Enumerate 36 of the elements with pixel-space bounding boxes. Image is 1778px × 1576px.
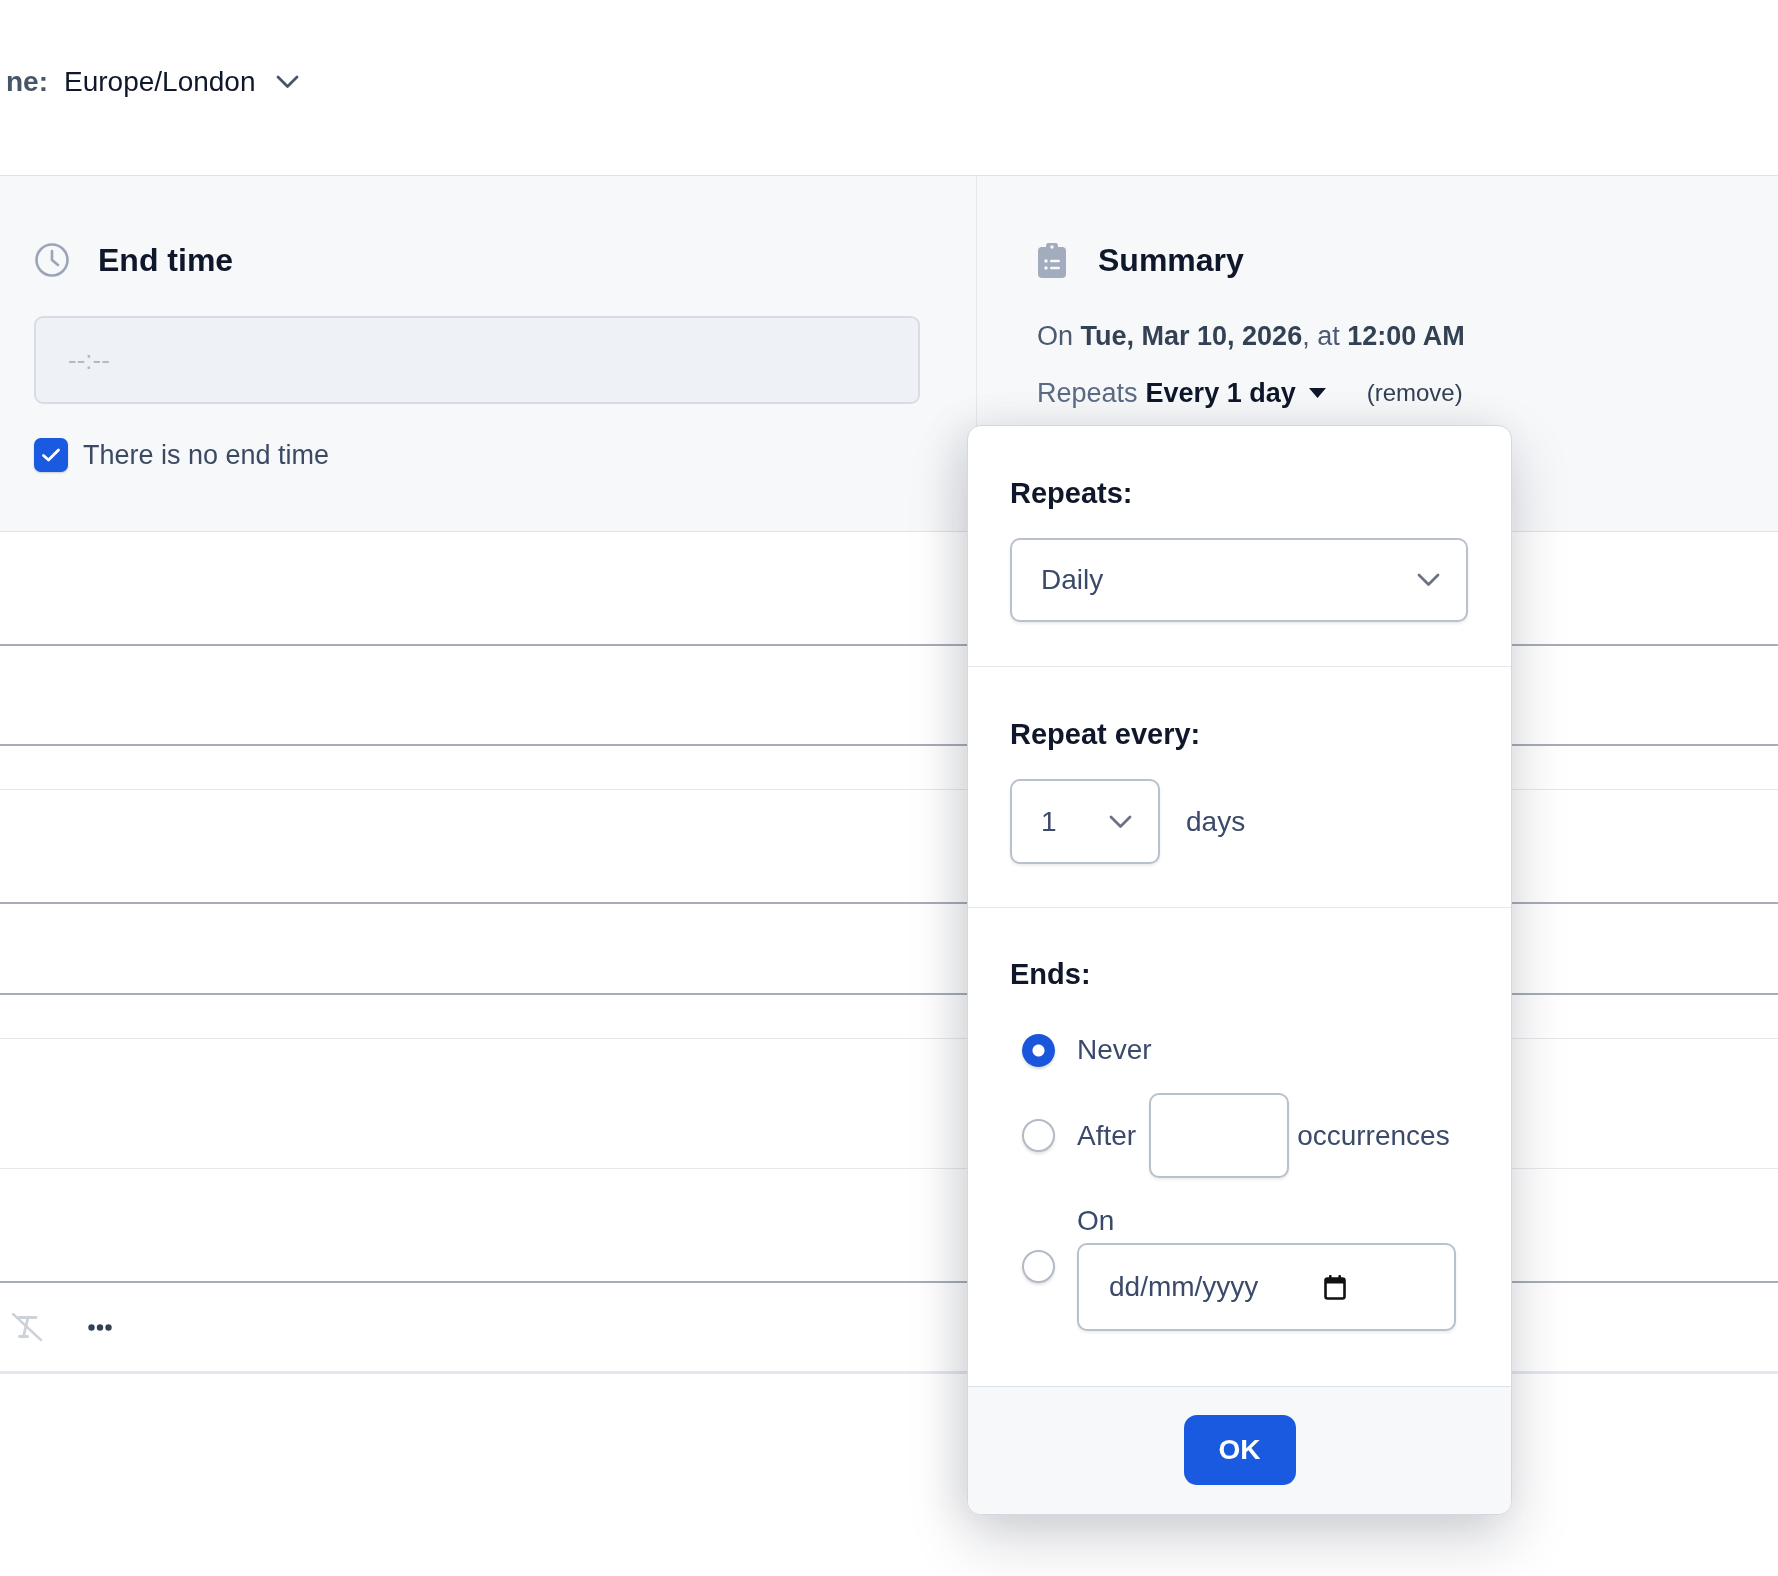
check-icon	[41, 447, 61, 463]
option-label: On	[1077, 1204, 1115, 1238]
field-label: Repeats:	[1010, 476, 1133, 511]
interval-select[interactable]: 1	[1010, 779, 1160, 864]
timezone-dropdown[interactable]: Europe/London	[64, 62, 299, 102]
repeats-label: Repeats	[1037, 377, 1138, 409]
caret-icon	[1308, 388, 1326, 398]
section-title: Summary	[1098, 241, 1244, 280]
remove-link[interactable]: (remove)	[1366, 379, 1463, 407]
unit-label: days	[1186, 805, 1246, 838]
summary-text: On Tue, Mar 10, 2026, at 12:00 AM	[1037, 320, 1465, 353]
clock-icon	[34, 242, 70, 278]
radio-button[interactable]	[1022, 1249, 1055, 1283]
field-label: Repeat every:	[1010, 717, 1201, 752]
chevron-icon	[1109, 814, 1132, 829]
more-icon[interactable]	[88, 1323, 112, 1331]
checkbox-label: There is no end time	[83, 439, 330, 471]
date-field[interactable]: dd/mm/yyyy	[1077, 1243, 1456, 1331]
repeat-dropdown[interactable]: Every 1 day	[1145, 373, 1326, 413]
calendar-icon[interactable]	[1324, 1274, 1346, 1300]
section-title: End time	[98, 241, 234, 280]
option-label: Never	[1077, 1033, 1152, 1067]
clipboard-icon	[1037, 241, 1067, 279]
radio-button[interactable]	[1022, 1119, 1055, 1152]
frequency-select[interactable]: Daily	[1010, 538, 1468, 622]
occurrences-field[interactable]	[1149, 1093, 1290, 1178]
field-label: Ends:	[1010, 957, 1091, 992]
field-label: ne:	[6, 66, 48, 98]
unit-label: occurrences	[1297, 1118, 1450, 1153]
checkbox[interactable]	[34, 438, 68, 472]
option-label: After	[1077, 1118, 1137, 1153]
chevron-icon	[275, 75, 299, 89]
radio-button[interactable]	[1022, 1033, 1055, 1067]
ok-button[interactable]: OK	[1183, 1415, 1296, 1485]
chevron-icon	[1417, 573, 1440, 587]
time-field[interactable]: --:--	[34, 316, 920, 404]
